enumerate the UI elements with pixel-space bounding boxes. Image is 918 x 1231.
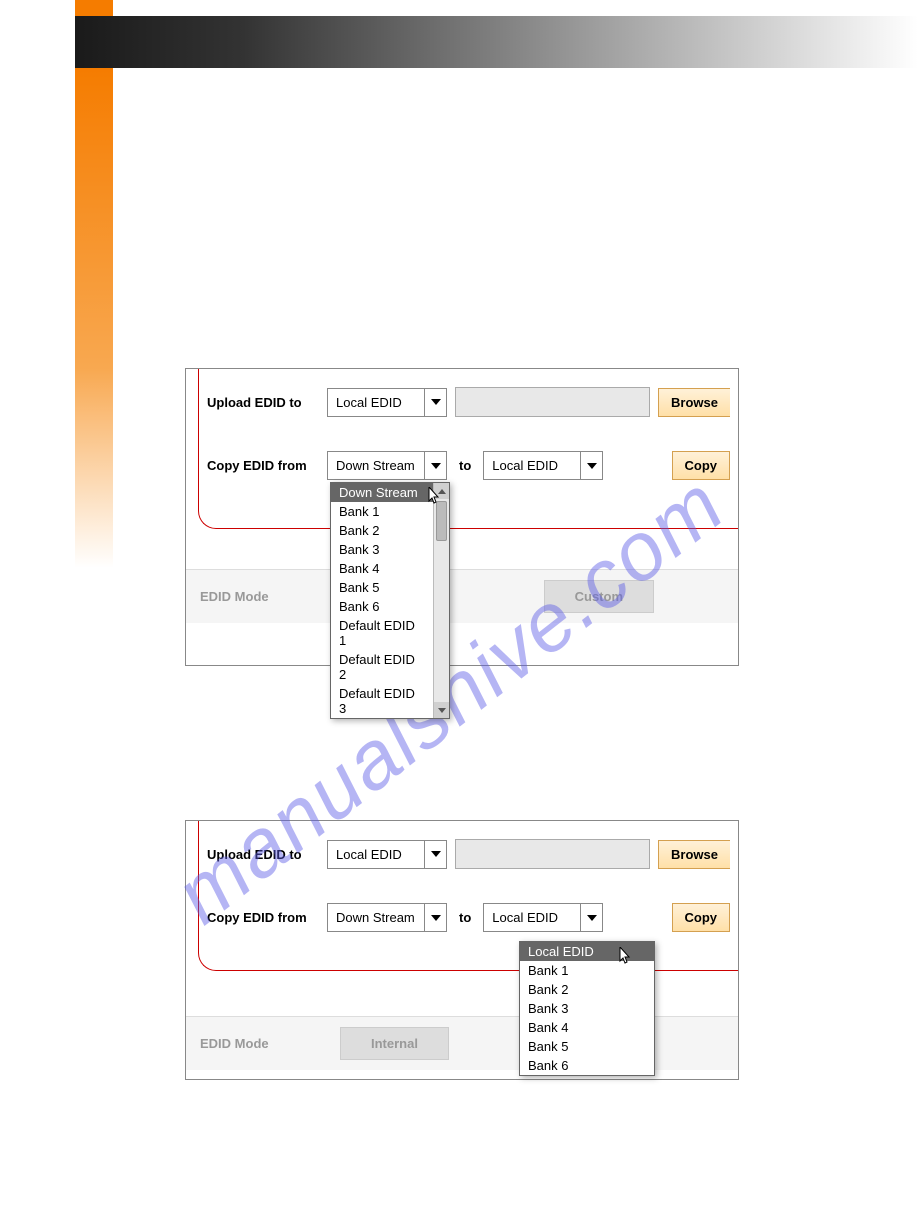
- dropdown-item[interactable]: Bank 3: [520, 999, 654, 1018]
- upload-select[interactable]: Local EDID: [327, 840, 447, 869]
- to-label: to: [455, 910, 475, 925]
- copy-label: Copy EDID from: [207, 910, 319, 925]
- dropdown-item[interactable]: Bank 6: [331, 597, 433, 616]
- edid-mode-button[interactable]: Internal: [340, 1027, 449, 1060]
- dropdown-item[interactable]: Local EDID: [520, 942, 654, 961]
- dropdown-item[interactable]: Bank 5: [520, 1037, 654, 1056]
- dropdown-item[interactable]: Bank 4: [331, 559, 433, 578]
- upload-row: Upload EDID to Local EDID Browse: [199, 379, 738, 425]
- copy-to-select-value: Local EDID: [484, 904, 580, 931]
- edid-panel-2: Upload EDID to Local EDID Browse Copy ED…: [185, 820, 739, 1080]
- orange-tab: [75, 0, 113, 16]
- orange-sidebar: [75, 68, 113, 568]
- upload-select-value: Local EDID: [328, 841, 424, 868]
- copy-row: Copy EDID from Down Stream to Local EDID…: [199, 895, 738, 940]
- upload-file-input[interactable]: [455, 839, 650, 869]
- chevron-down-icon[interactable]: [424, 841, 446, 868]
- chevron-down-icon[interactable]: [424, 389, 446, 416]
- edid-inner-2: Upload EDID to Local EDID Browse Copy ED…: [198, 821, 738, 971]
- dropdown-item[interactable]: Bank 6: [520, 1056, 654, 1075]
- copy-button[interactable]: Copy: [672, 903, 731, 932]
- to-label: to: [455, 458, 475, 473]
- upload-label: Upload EDID to: [207, 847, 319, 862]
- browse-button[interactable]: Browse: [658, 388, 730, 417]
- dropdown-item[interactable]: Bank 4: [520, 1018, 654, 1037]
- dropdown-item[interactable]: Default EDID 3: [331, 684, 433, 718]
- dropdown-item[interactable]: Down Stream: [331, 483, 433, 502]
- upload-label: Upload EDID to: [207, 395, 319, 410]
- edid-mode-row: EDID Mode Custom: [186, 569, 738, 623]
- copy-label: Copy EDID from: [207, 458, 319, 473]
- copy-button[interactable]: Copy: [672, 451, 731, 480]
- chevron-down-icon[interactable]: [580, 452, 602, 479]
- edid-inner-1: Upload EDID to Local EDID Browse Copy ED…: [198, 369, 738, 529]
- copy-row: Copy EDID from Down Stream to Local EDID…: [199, 443, 738, 488]
- chevron-down-icon[interactable]: [424, 452, 446, 479]
- copy-to-select[interactable]: Local EDID: [483, 451, 603, 480]
- edid-mode-row: EDID Mode Internal: [186, 1016, 738, 1070]
- copy-from-select-value: Down Stream: [328, 452, 424, 479]
- chevron-down-icon[interactable]: [580, 904, 602, 931]
- upload-row: Upload EDID to Local EDID Browse: [199, 831, 738, 877]
- dropdown-item[interactable]: Bank 5: [331, 578, 433, 597]
- dropdown-scrollbar[interactable]: [433, 483, 449, 718]
- dropdown-item[interactable]: Bank 1: [331, 502, 433, 521]
- dropdown-item[interactable]: Bank 2: [331, 521, 433, 540]
- copy-from-select-value: Down Stream: [328, 904, 424, 931]
- header-gradient: [75, 16, 918, 68]
- browse-button[interactable]: Browse: [658, 840, 730, 869]
- scroll-down-icon[interactable]: [434, 702, 449, 718]
- copy-from-select[interactable]: Down Stream: [327, 903, 447, 932]
- copy-to-dropdown[interactable]: Local EDID Bank 1 Bank 2 Bank 3 Bank 4 B…: [519, 941, 655, 1076]
- scroll-thumb[interactable]: [436, 501, 447, 541]
- dropdown-item[interactable]: Default EDID 2: [331, 650, 433, 684]
- top-bar: [0, 0, 918, 70]
- copy-from-dropdown[interactable]: Down Stream Bank 1 Bank 2 Bank 3 Bank 4 …: [330, 482, 450, 719]
- dropdown-item[interactable]: Bank 2: [520, 980, 654, 999]
- upload-select[interactable]: Local EDID: [327, 388, 447, 417]
- copy-to-select[interactable]: Local EDID: [483, 903, 603, 932]
- chevron-down-icon[interactable]: [424, 904, 446, 931]
- copy-from-select[interactable]: Down Stream: [327, 451, 447, 480]
- copy-to-select-value: Local EDID: [484, 452, 580, 479]
- dropdown-item[interactable]: Bank 3: [331, 540, 433, 559]
- edid-panel-1: Upload EDID to Local EDID Browse Copy ED…: [185, 368, 739, 666]
- edid-mode-button[interactable]: Custom: [544, 580, 654, 613]
- edid-mode-label: EDID Mode: [200, 589, 330, 604]
- edid-mode-label: EDID Mode: [200, 1036, 330, 1051]
- upload-select-value: Local EDID: [328, 389, 424, 416]
- dropdown-item[interactable]: Bank 1: [520, 961, 654, 980]
- upload-file-input[interactable]: [455, 387, 650, 417]
- dropdown-item[interactable]: Default EDID 1: [331, 616, 433, 650]
- scroll-up-icon[interactable]: [434, 483, 449, 499]
